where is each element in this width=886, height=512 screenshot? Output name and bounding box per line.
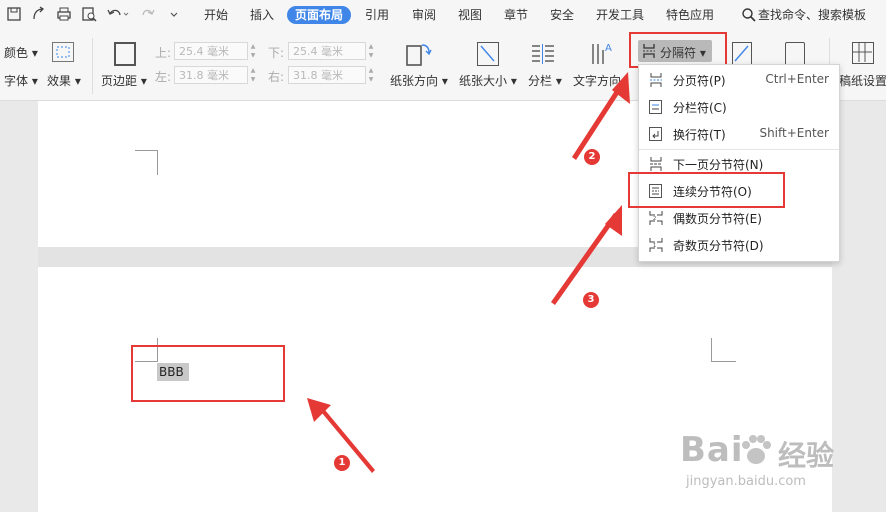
arrow-to-continuous [551, 213, 618, 305]
step-badge-1: 1 [334, 455, 350, 471]
step-badge-3: 3 [583, 292, 599, 308]
arrow-to-breaks [572, 86, 622, 160]
step-badge-2: 2 [584, 149, 600, 165]
watermark-brand: Bai [680, 430, 744, 470]
arrow-head-continuous [605, 205, 622, 236]
watermark-url: jingyan.baidu.com [686, 474, 806, 489]
baidu-jingyan-watermark: Bai 经验 jingyan.baidu.com [680, 430, 870, 500]
watermark-brand-cn: 经验 [778, 439, 835, 472]
paw-icon [738, 432, 774, 468]
